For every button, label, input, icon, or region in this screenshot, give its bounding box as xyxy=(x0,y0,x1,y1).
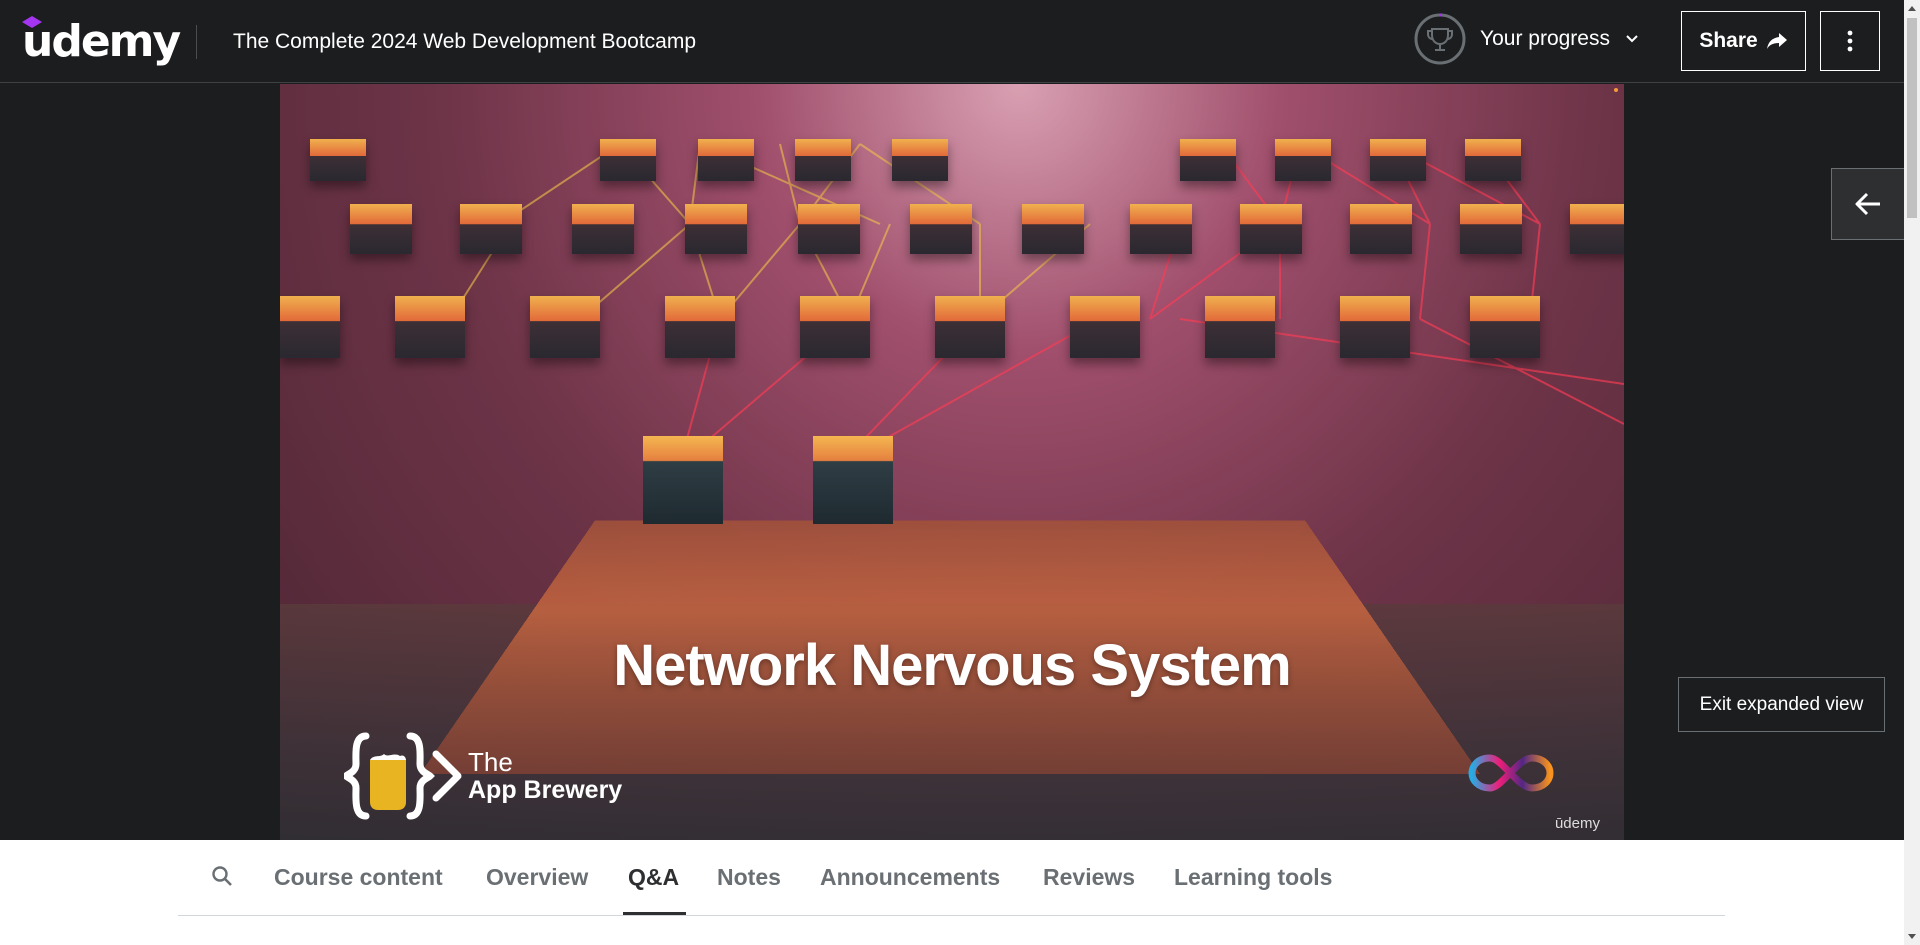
tab-announcements[interactable]: Announcements xyxy=(820,864,1000,891)
arrow-left-icon xyxy=(1854,191,1882,217)
network-node xyxy=(698,139,754,181)
network-node xyxy=(1130,204,1192,254)
network-node xyxy=(1570,204,1624,254)
brewery-the: The xyxy=(468,748,622,776)
scroll-up-arrow-icon[interactable] xyxy=(1908,6,1916,11)
network-node xyxy=(935,296,1005,358)
tab-learning-tools[interactable]: Learning tools xyxy=(1174,864,1332,891)
header-divider xyxy=(196,25,197,59)
network-wires xyxy=(280,84,1624,840)
udemy-logo[interactable]: udemy xyxy=(22,14,179,68)
network-node xyxy=(892,139,948,181)
slide-title: Network Nervous System xyxy=(280,632,1624,699)
trophy-icon xyxy=(1414,13,1466,65)
tab-reviews[interactable]: Reviews xyxy=(1043,864,1135,891)
network-node xyxy=(800,296,870,358)
network-node xyxy=(1070,296,1140,358)
course-title[interactable]: The Complete 2024 Web Development Bootca… xyxy=(233,30,696,54)
top-header: udemy The Complete 2024 Web Development … xyxy=(0,0,1904,83)
tab-overview[interactable]: Overview xyxy=(486,864,588,891)
indicator-dot xyxy=(1614,88,1618,92)
network-node xyxy=(1240,204,1302,254)
vertical-dots-icon xyxy=(1847,30,1853,52)
video-player[interactable]: Network Nervous System The App Brewery ū… xyxy=(280,84,1624,840)
network-node xyxy=(1470,296,1540,358)
tab-course-content[interactable]: Course content xyxy=(274,864,443,891)
network-node xyxy=(350,204,412,254)
search-icon[interactable] xyxy=(210,864,234,888)
course-tabs-area: Course content Overview Q&A Notes Announ… xyxy=(0,840,1904,945)
network-node xyxy=(1180,139,1236,181)
network-node xyxy=(280,296,340,358)
more-options-button[interactable] xyxy=(1820,11,1880,71)
share-button[interactable]: Share xyxy=(1681,11,1806,71)
share-arrow-icon xyxy=(1766,32,1788,50)
network-node xyxy=(572,204,634,254)
network-node xyxy=(685,204,747,254)
network-node xyxy=(1275,139,1331,181)
infinity-logo-icon xyxy=(1468,750,1554,796)
logo-text: udemy xyxy=(22,16,179,67)
course-tabs: Course content Overview Q&A Notes Announ… xyxy=(178,840,1725,916)
network-node xyxy=(395,296,465,358)
network-node xyxy=(1205,296,1275,358)
network-node xyxy=(798,204,860,254)
progress-dropdown[interactable]: Your progress xyxy=(1414,13,1640,65)
share-label: Share xyxy=(1699,29,1757,53)
network-node xyxy=(1340,296,1410,358)
network-node xyxy=(600,139,656,181)
network-node xyxy=(1465,139,1521,181)
scroll-down-arrow-icon[interactable] xyxy=(1908,934,1916,939)
network-node xyxy=(310,139,366,181)
tab-notes[interactable]: Notes xyxy=(717,864,781,891)
network-node xyxy=(460,204,522,254)
scroll-thumb[interactable] xyxy=(1907,18,1917,218)
chip-node xyxy=(813,436,893,524)
active-tab-underline xyxy=(623,912,686,915)
progress-label: Your progress xyxy=(1480,27,1610,51)
exit-expanded-view-button[interactable]: Exit expanded view xyxy=(1678,677,1885,732)
chevron-down-icon xyxy=(1624,31,1640,47)
app-brewery-mug-icon xyxy=(344,730,462,822)
app-brewery-logo: The App Brewery xyxy=(344,730,622,822)
network-node xyxy=(1350,204,1412,254)
network-node xyxy=(1370,139,1426,181)
udemy-watermark: ūdemy xyxy=(1555,815,1600,832)
network-node xyxy=(530,296,600,358)
page-scrollbar[interactable] xyxy=(1904,0,1920,945)
network-node xyxy=(1022,204,1084,254)
network-node xyxy=(665,296,735,358)
collapse-sidebar-button[interactable] xyxy=(1831,168,1904,240)
tab-qa[interactable]: Q&A xyxy=(628,864,679,891)
network-node xyxy=(795,139,851,181)
brewery-name: App Brewery xyxy=(468,776,622,804)
chip-node xyxy=(643,436,723,524)
network-node xyxy=(1460,204,1522,254)
network-node xyxy=(910,204,972,254)
